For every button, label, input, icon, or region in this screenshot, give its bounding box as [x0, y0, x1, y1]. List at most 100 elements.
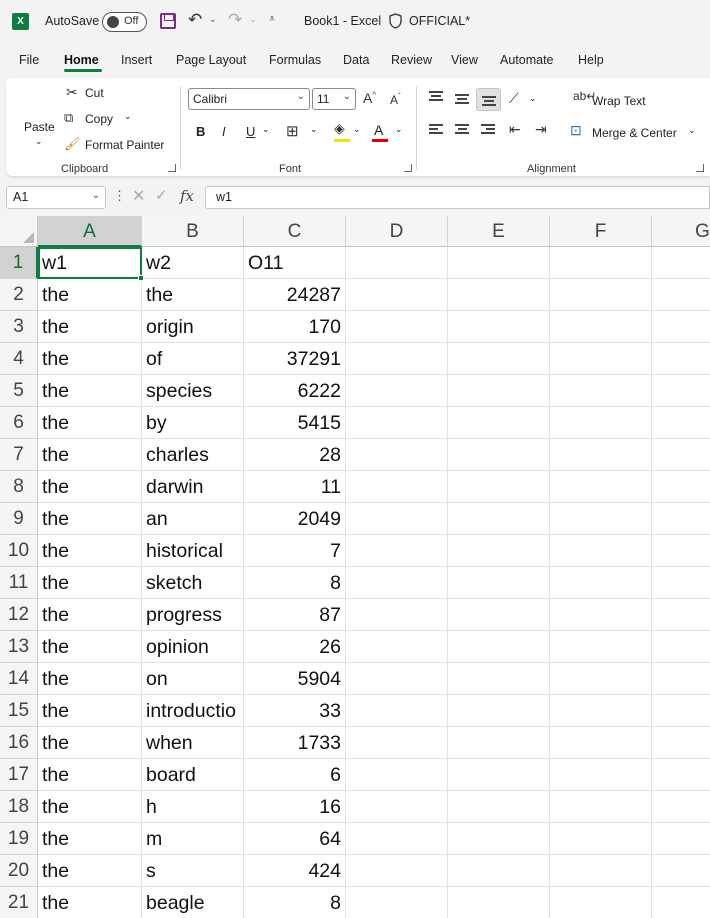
row-header[interactable]: 5: [0, 375, 38, 407]
cell-c10[interactable]: 7: [244, 535, 346, 567]
increase-font-size-icon[interactable]: A^: [363, 90, 376, 106]
cell-b11[interactable]: sketch: [142, 567, 244, 599]
select-all-button[interactable]: [0, 216, 38, 247]
cell-e14[interactable]: [448, 663, 550, 695]
cell-d6[interactable]: [346, 407, 448, 439]
cell-b15[interactable]: introductio: [142, 695, 244, 727]
column-header-b[interactable]: B: [142, 216, 244, 247]
cell-e5[interactable]: [448, 375, 550, 407]
cell-c18[interactable]: 16: [244, 791, 346, 823]
cell-a17[interactable]: the: [38, 759, 142, 791]
row-header[interactable]: 1: [0, 247, 38, 279]
cell-f15[interactable]: [550, 695, 652, 727]
underline-dropdown-icon[interactable]: ⌄: [262, 124, 270, 135]
cell-e7[interactable]: [448, 439, 550, 471]
cell-g16[interactable]: [652, 727, 710, 759]
font-launcher-icon[interactable]: [404, 164, 412, 172]
cell-a19[interactable]: the: [38, 823, 142, 855]
cell-a16[interactable]: the: [38, 727, 142, 759]
row-header[interactable]: 10: [0, 535, 38, 567]
autosave-toggle[interactable]: Off: [102, 12, 147, 32]
cell-e2[interactable]: [448, 279, 550, 311]
cell-c16[interactable]: 1733: [244, 727, 346, 759]
bold-button[interactable]: B: [196, 124, 205, 139]
cell-f8[interactable]: [550, 471, 652, 503]
cell-f9[interactable]: [550, 503, 652, 535]
cell-b4[interactable]: of: [142, 343, 244, 375]
align-left-icon[interactable]: [429, 124, 443, 136]
cell-b13[interactable]: opinion: [142, 631, 244, 663]
row-header[interactable]: 20: [0, 855, 38, 887]
cell-e10[interactable]: [448, 535, 550, 567]
align-center-icon[interactable]: [455, 124, 469, 136]
row-header[interactable]: 12: [0, 599, 38, 631]
cell-a4[interactable]: the: [38, 343, 142, 375]
cell-c4[interactable]: 37291: [244, 343, 346, 375]
copy-dropdown-icon[interactable]: ⌄: [124, 111, 132, 122]
orientation-dropdown-icon[interactable]: ⌄: [529, 93, 537, 104]
more-options-icon[interactable]: ⋮: [113, 188, 126, 204]
cell-a21[interactable]: the: [38, 887, 142, 918]
cell-b7[interactable]: charles: [142, 439, 244, 471]
cell-g8[interactable]: [652, 471, 710, 503]
cell-g19[interactable]: [652, 823, 710, 855]
cell-g17[interactable]: [652, 759, 710, 791]
cell-g11[interactable]: [652, 567, 710, 599]
paste-dropdown-icon[interactable]: ⌄: [35, 136, 43, 147]
row-header[interactable]: 7: [0, 439, 38, 471]
merge-center-dropdown-icon[interactable]: ⌄: [688, 125, 696, 136]
cell-g12[interactable]: [652, 599, 710, 631]
cell-e1[interactable]: [448, 247, 550, 279]
fill-handle[interactable]: [138, 275, 144, 281]
row-header[interactable]: 13: [0, 631, 38, 663]
cell-b12[interactable]: progress: [142, 599, 244, 631]
cell-b21[interactable]: beagle: [142, 887, 244, 918]
cell-e20[interactable]: [448, 855, 550, 887]
cell-c1[interactable]: O11: [244, 247, 346, 279]
cell-d18[interactable]: [346, 791, 448, 823]
cell-d2[interactable]: [346, 279, 448, 311]
tab-automate[interactable]: Automate: [500, 53, 554, 67]
cell-d8[interactable]: [346, 471, 448, 503]
cell-g3[interactable]: [652, 311, 710, 343]
top-align-icon[interactable]: [429, 91, 443, 103]
cell-c20[interactable]: 424: [244, 855, 346, 887]
cell-a7[interactable]: the: [38, 439, 142, 471]
cell-d13[interactable]: [346, 631, 448, 663]
cell-b20[interactable]: s: [142, 855, 244, 887]
column-header-g[interactable]: G: [652, 216, 710, 247]
cell-b19[interactable]: m: [142, 823, 244, 855]
cell-a12[interactable]: the: [38, 599, 142, 631]
cell-d11[interactable]: [346, 567, 448, 599]
cell-e13[interactable]: [448, 631, 550, 663]
cell-e6[interactable]: [448, 407, 550, 439]
cell-e3[interactable]: [448, 311, 550, 343]
name-box[interactable]: A1 ⌄: [6, 186, 106, 209]
cell-g10[interactable]: [652, 535, 710, 567]
font-color-button[interactable]: A: [374, 122, 383, 138]
cell-b16[interactable]: when: [142, 727, 244, 759]
row-header[interactable]: 4: [0, 343, 38, 375]
customize-quick-access-icon[interactable]: ⩡: [269, 13, 275, 26]
tab-view[interactable]: View: [451, 53, 478, 67]
cell-a2[interactable]: the: [38, 279, 142, 311]
cell-g15[interactable]: [652, 695, 710, 727]
save-icon[interactable]: [160, 13, 176, 29]
cell-b8[interactable]: darwin: [142, 471, 244, 503]
row-header[interactable]: 16: [0, 727, 38, 759]
cell-a13[interactable]: the: [38, 631, 142, 663]
borders-dropdown-icon[interactable]: ⌄: [310, 124, 318, 135]
cell-e4[interactable]: [448, 343, 550, 375]
cell-c19[interactable]: 64: [244, 823, 346, 855]
alignment-launcher-icon[interactable]: [696, 164, 704, 172]
cell-g13[interactable]: [652, 631, 710, 663]
cell-e8[interactable]: [448, 471, 550, 503]
cell-f17[interactable]: [550, 759, 652, 791]
decrease-indent-icon[interactable]: ⇤: [509, 121, 521, 138]
italic-button[interactable]: I: [222, 124, 226, 139]
cell-d14[interactable]: [346, 663, 448, 695]
shield-icon[interactable]: [389, 13, 402, 29]
undo-icon[interactable]: ↶: [188, 10, 202, 30]
cell-e18[interactable]: [448, 791, 550, 823]
cell-c14[interactable]: 5904: [244, 663, 346, 695]
